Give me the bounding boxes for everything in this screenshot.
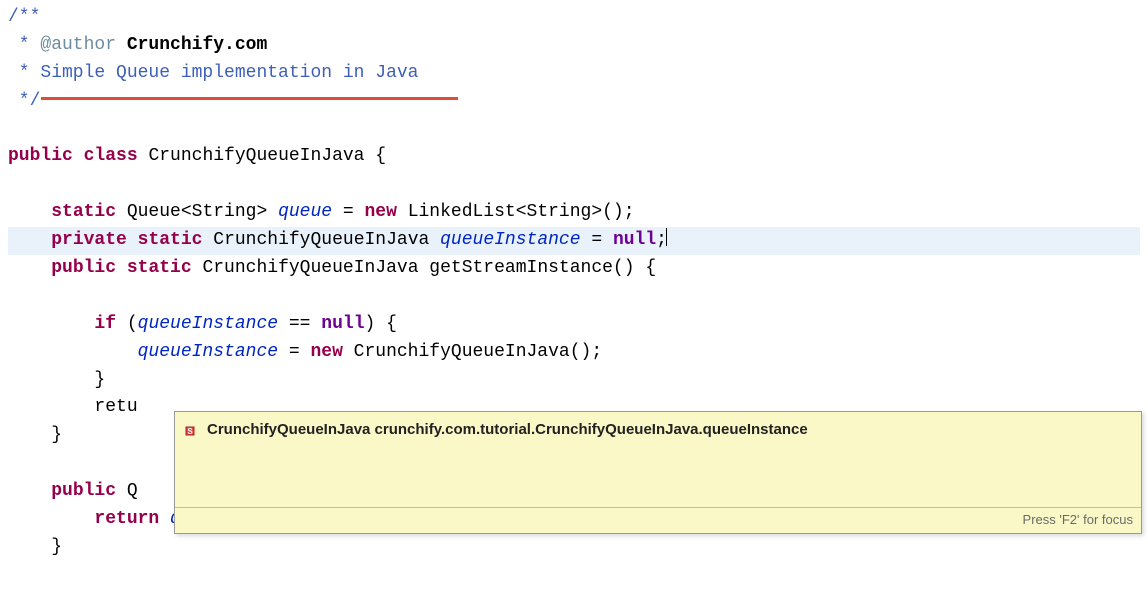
javadoc-author-name: Crunchify.com [116,35,267,55]
keyword-private: private [51,230,127,250]
code-line: static Queue<String> queue = new LinkedL… [8,199,1140,227]
field-static-icon: S [185,423,199,437]
code-line-blank [8,171,1140,199]
javadoc-author-tag: @author [40,35,116,55]
code-line: } [8,534,1140,562]
class-name: CrunchifyQueueInJava { [138,146,386,166]
keyword-static: static [51,202,116,222]
keyword-new: new [364,202,396,222]
javadoc-close: */ [8,91,40,111]
code-line: * @author Crunchify.com [8,32,1140,60]
field-queueinstance: queueInstance [138,314,278,334]
code-line: queueInstance = new CrunchifyQueueInJava… [8,339,1140,367]
tooltip-header: S CrunchifyQueueInJava crunchify.com.tut… [175,412,1141,447]
code-line-blank [8,283,1140,311]
field-queueinstance: queueInstance [138,342,278,362]
keyword-public: public [51,258,116,278]
keyword-null: null [613,230,656,250]
code-line: * Simple Queue implementation in Java [8,60,1140,88]
code-line: public class CrunchifyQueueInJava { [8,143,1140,171]
code-line: public static CrunchifyQueueInJava getSt… [8,255,1140,283]
keyword-return: return [94,509,159,529]
code-line-blank [8,116,1140,144]
javadoc-star: * [8,63,40,83]
svg-text:S: S [187,427,193,436]
code-line-current: private static CrunchifyQueueInJava queu… [8,227,1140,255]
keyword-public: public [8,146,73,166]
code-line: if (queueInstance == null) { [8,311,1140,339]
field-queue: queue [278,202,332,222]
keyword-null: null [321,314,364,334]
keyword-static: static [138,230,203,250]
code-line: */ [8,88,1140,116]
keyword-class: class [84,146,138,166]
hover-tooltip[interactable]: S CrunchifyQueueInJava crunchify.com.tut… [174,411,1142,534]
javadoc-description: Simple Queue implementation in Java [40,63,418,83]
tooltip-title: CrunchifyQueueInJava crunchify.com.tutor… [207,418,808,441]
tooltip-footer: Press 'F2' for focus [175,507,1141,533]
keyword-new: new [310,342,342,362]
javadoc-star: * [8,35,40,55]
field-queueinstance: queueInstance [440,230,580,250]
code-line: } [8,367,1140,395]
code-line: /** [8,4,1140,32]
javadoc-open: /** [8,7,40,27]
keyword-if: if [94,314,116,334]
tooltip-body [175,447,1141,507]
highlight-underline [41,97,458,100]
text-caret [666,228,667,246]
keyword-public: public [51,481,116,501]
keyword-static: static [127,258,192,278]
